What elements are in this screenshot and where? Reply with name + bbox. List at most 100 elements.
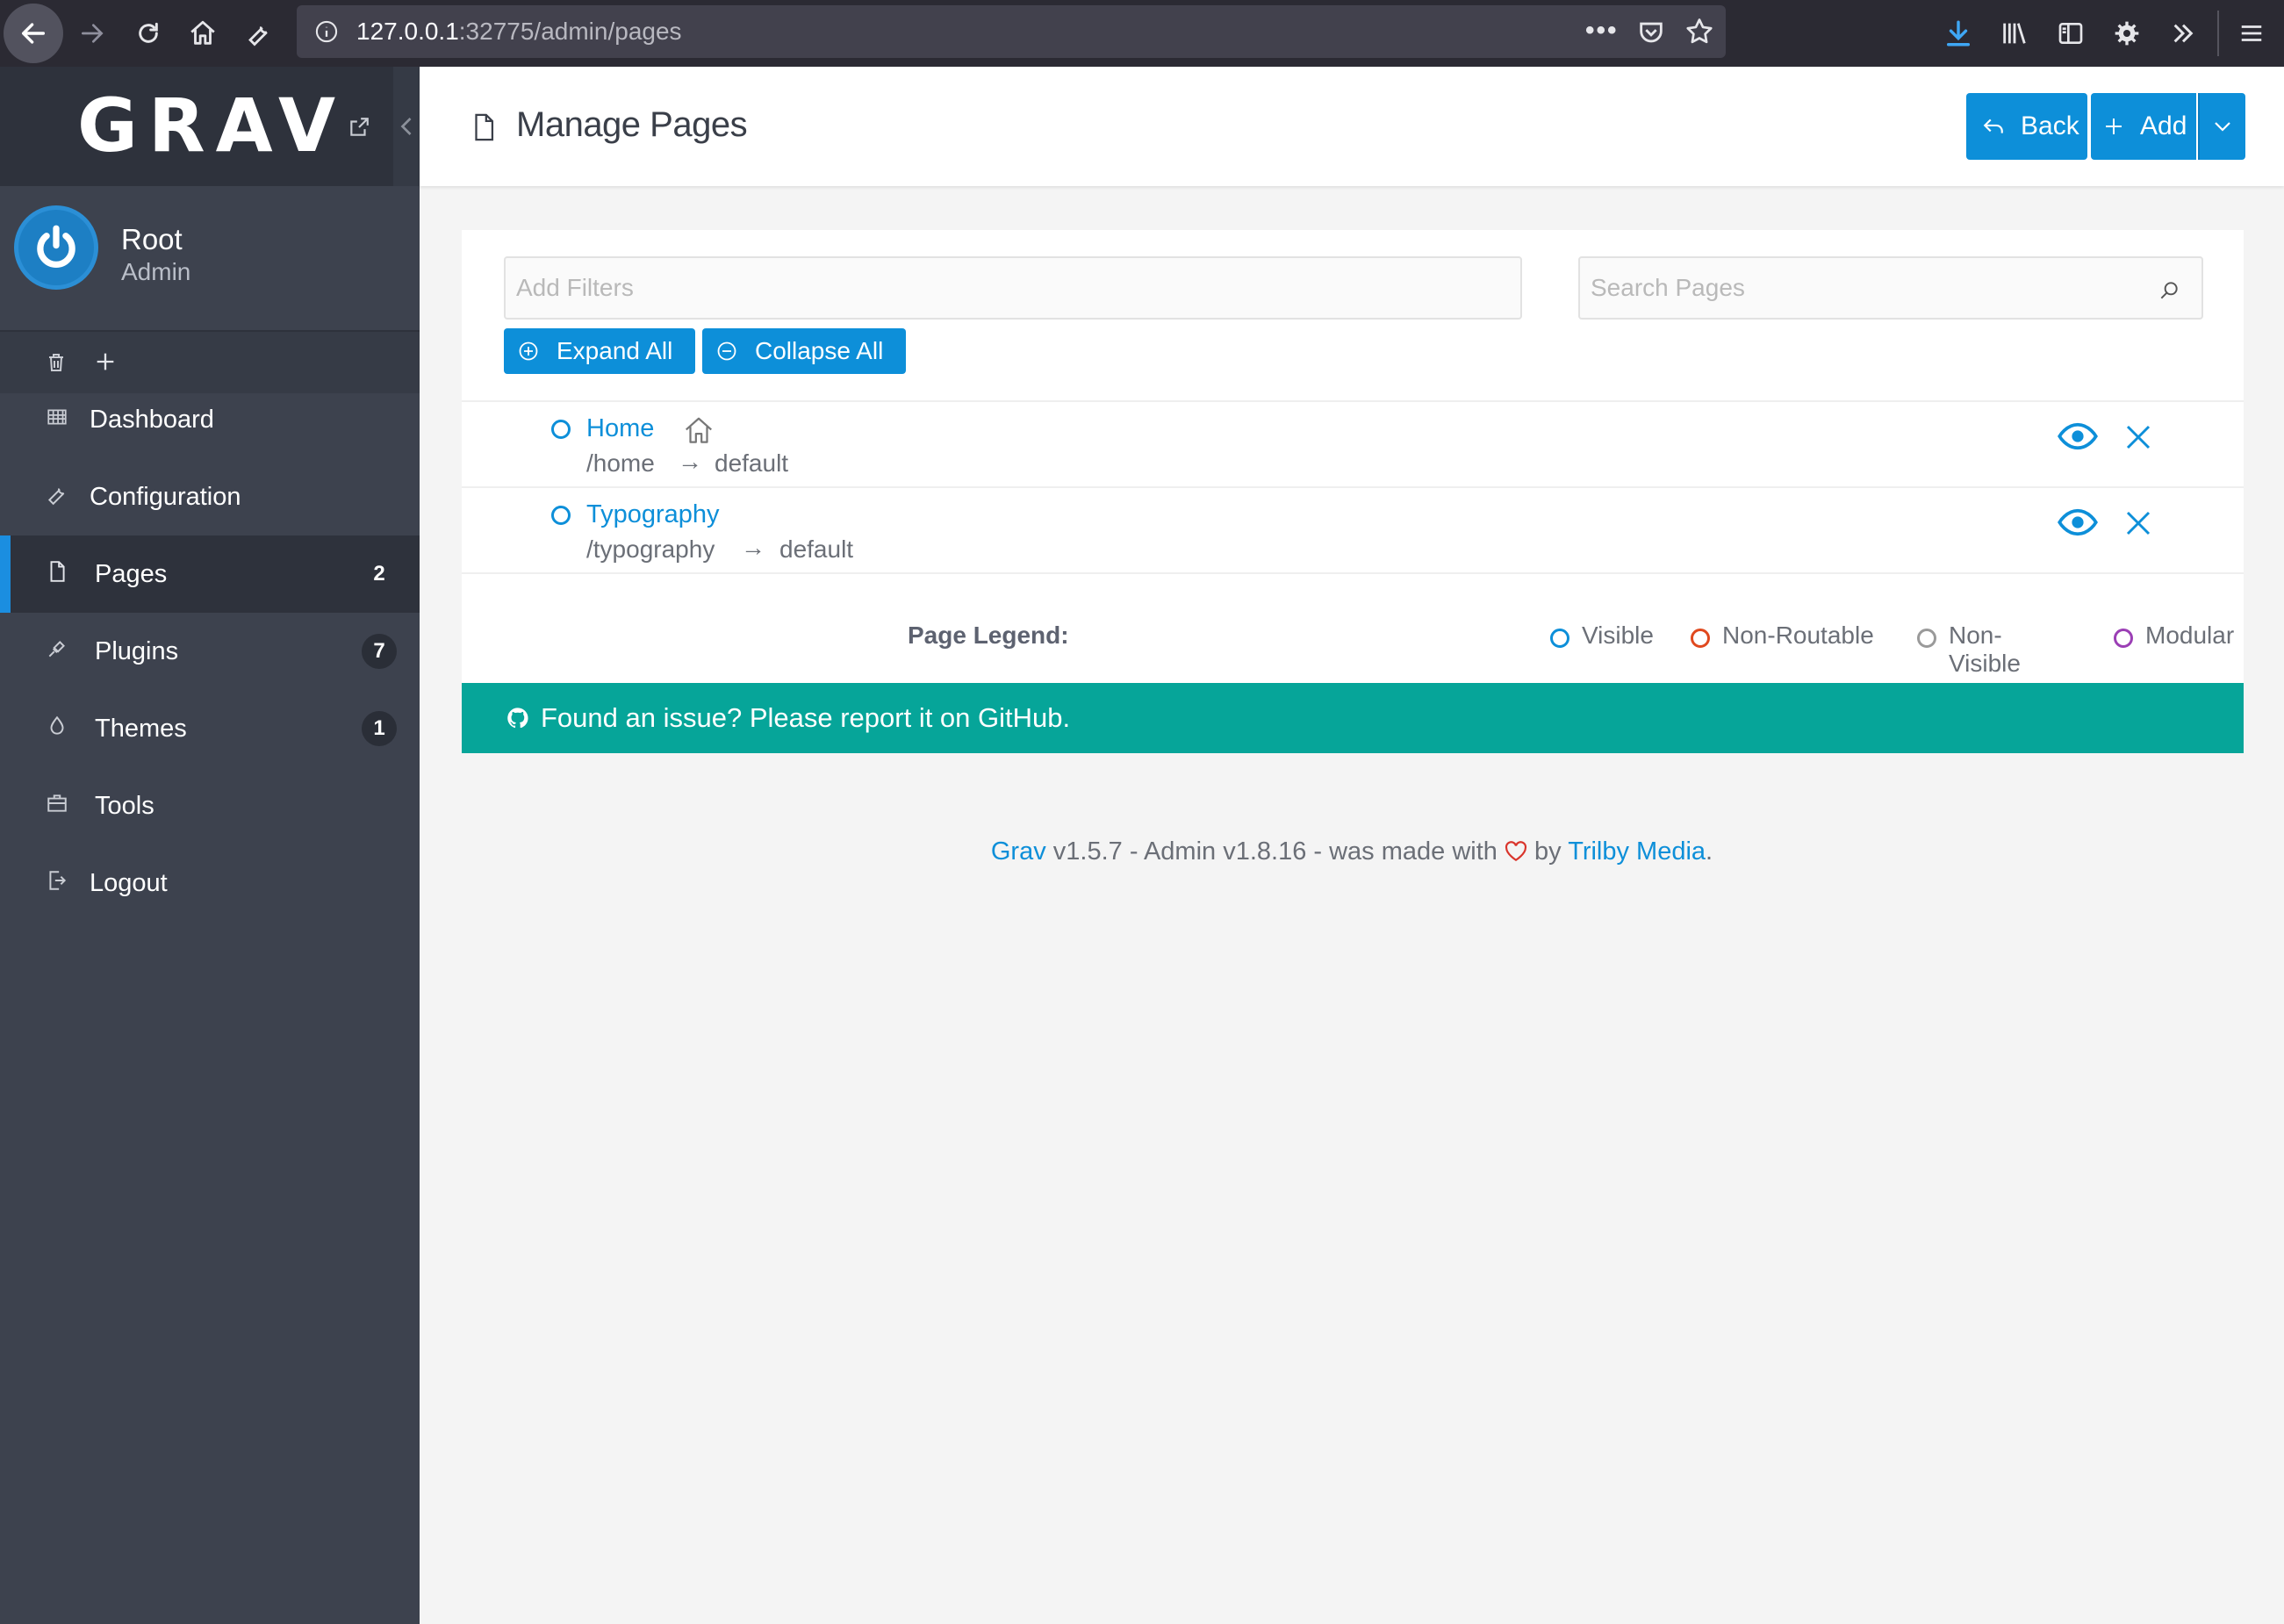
heart-icon: [1505, 840, 1527, 869]
chevrons-right-icon: [2173, 24, 2194, 43]
trilby-media-link[interactable]: Trilby Media: [1568, 837, 1706, 866]
info-icon[interactable]: [314, 19, 339, 44]
browser-home-button[interactable]: [181, 0, 225, 67]
url-host: 127.0.0.1: [356, 18, 459, 45]
collapse-all-button[interactable]: Collapse All: [702, 328, 906, 374]
sidebar-item-label: Dashboard: [90, 405, 214, 434]
add-dropdown-toggle[interactable]: [2198, 93, 2245, 160]
file-icon: [469, 111, 499, 144]
by-text: by: [1526, 837, 1569, 866]
pocket-icon[interactable]: [1636, 18, 1666, 47]
search-placeholder: Search Pages: [1591, 274, 1745, 301]
sidebar-item-label: Tools: [95, 791, 154, 820]
browser-back-button[interactable]: [4, 4, 63, 63]
chevron-down-icon: [2215, 122, 2230, 132]
search-icon[interactable]: [2158, 279, 2180, 302]
sidebar-item-pages[interactable]: Pages 2: [0, 535, 420, 613]
version-text: v1.5.7 - Admin v1.8.16 - was made with: [1045, 837, 1505, 866]
pages-panel: Add Filters Search Pages Expand All Coll…: [462, 230, 2244, 753]
banner-text: Found an issue? Please report it on GitH…: [541, 702, 1071, 733]
legend-non-visible-icon: [1917, 629, 1936, 648]
grav-link[interactable]: Grav: [991, 837, 1046, 866]
sidebar-item-themes[interactable]: Themes 1: [0, 690, 420, 767]
url-bar[interactable]: 127.0.0.1:32775/admin/pages •••: [297, 5, 1726, 58]
briefcase-icon: [46, 792, 74, 820]
external-link-icon[interactable]: [348, 116, 370, 139]
sidebar-item-logout[interactable]: Logout: [0, 844, 420, 922]
filter-input[interactable]: Add Filters: [504, 256, 1522, 320]
app-menu-button[interactable]: [2230, 0, 2273, 67]
trash-icon[interactable]: [46, 351, 67, 374]
arrow-left-icon: [21, 23, 46, 44]
extension-button[interactable]: [2105, 0, 2149, 67]
wrench-icon: [46, 483, 74, 511]
back-button[interactable]: Back: [1966, 93, 2087, 160]
sidebar-item-dashboard[interactable]: Dashboard: [0, 381, 420, 458]
expand-all-button[interactable]: Expand All: [504, 328, 695, 374]
browser-forward-button[interactable]: [70, 0, 114, 67]
arrow-right-icon: →: [678, 448, 702, 475]
github-issue-banner[interactable]: Found an issue? Please report it on GitH…: [462, 683, 2244, 753]
chevron-left-icon: [400, 118, 412, 135]
page-row-home: Home /home → default: [462, 400, 2244, 486]
page-header: Manage Pages Back Add: [420, 67, 2284, 186]
home-icon: [681, 414, 716, 448]
overflow-menu-button[interactable]: [2161, 0, 2205, 67]
home-icon: [190, 20, 215, 45]
page-template: default: [715, 449, 789, 477]
library-icon: [2003, 23, 2026, 44]
reload-icon: [139, 22, 158, 43]
sidebar-toggle-button[interactable]: [2049, 0, 2093, 67]
sidebar-item-label: Pages: [95, 559, 168, 588]
sidebar: GRAV Root Admin Dashboard Configuration: [0, 67, 420, 1624]
page-legend: Page Legend: Visible Non-Routable Non-Vi…: [908, 622, 2234, 677]
sidebar-item-plugins[interactable]: Plugins 7: [0, 613, 420, 690]
browser-reload-button[interactable]: [126, 0, 170, 67]
page-title: Manage Pages: [516, 105, 748, 144]
reply-icon: [1982, 117, 2005, 136]
browser-toolbar: 127.0.0.1:32775/admin/pages •••: [0, 0, 2284, 67]
legend-non-routable-icon: [1691, 629, 1710, 648]
delete-icon[interactable]: [2124, 509, 2152, 537]
url-path: :32775/admin/pages: [458, 18, 682, 45]
toolbar-divider: [2217, 11, 2219, 56]
plug-icon: [46, 637, 74, 665]
plugins-count-badge: 7: [362, 634, 397, 669]
legend-visible-icon: [1550, 629, 1569, 648]
grav-logo[interactable]: GRAV: [77, 83, 346, 169]
sidebar-item-configuration[interactable]: Configuration: [0, 458, 420, 535]
minus-circle-icon: [716, 341, 737, 362]
user-name[interactable]: Root: [121, 223, 183, 256]
search-input[interactable]: Search Pages: [1578, 256, 2203, 320]
footer-period: .: [1706, 837, 1713, 866]
visible-status-icon: [551, 506, 571, 525]
legend-modular-label: Modular: [2145, 622, 2235, 649]
plus-icon[interactable]: [93, 349, 118, 374]
user-profile: Root Admin: [0, 186, 420, 393]
eye-icon[interactable]: [2058, 421, 2098, 451]
expand-all-label: Expand All: [557, 337, 673, 364]
sidebar-item-label: Plugins: [95, 636, 179, 665]
page-title-link[interactable]: Typography: [586, 500, 720, 529]
sidebar-item-label: Themes: [95, 714, 187, 743]
page-route: /home: [586, 449, 655, 477]
sidebar-item-tools[interactable]: Tools: [0, 767, 420, 844]
sidebar-collapse-handle[interactable]: [393, 67, 420, 186]
delete-icon[interactable]: [2124, 423, 2152, 451]
browser-customize-button[interactable]: [237, 0, 281, 67]
sidebar-item-label: Logout: [90, 868, 168, 897]
eye-icon[interactable]: [2058, 507, 2098, 537]
page-row-typography: Typography /typography → default: [462, 486, 2244, 572]
legend-non-routable-label: Non-Routable: [1722, 622, 1874, 649]
gear-icon: [2115, 21, 2139, 46]
dashboard-icon: [46, 406, 74, 434]
page-title-link[interactable]: Home: [586, 414, 654, 443]
library-button[interactable]: [1993, 0, 2036, 67]
downloads-button[interactable]: [1936, 0, 1980, 67]
more-actions-icon[interactable]: •••: [1585, 16, 1619, 46]
themes-count-badge: 1: [362, 711, 397, 746]
arrow-right-icon: [82, 24, 104, 43]
bookmark-star-icon[interactable]: [1684, 16, 1715, 47]
add-button[interactable]: Add: [2091, 93, 2196, 160]
avatar[interactable]: [14, 205, 98, 290]
